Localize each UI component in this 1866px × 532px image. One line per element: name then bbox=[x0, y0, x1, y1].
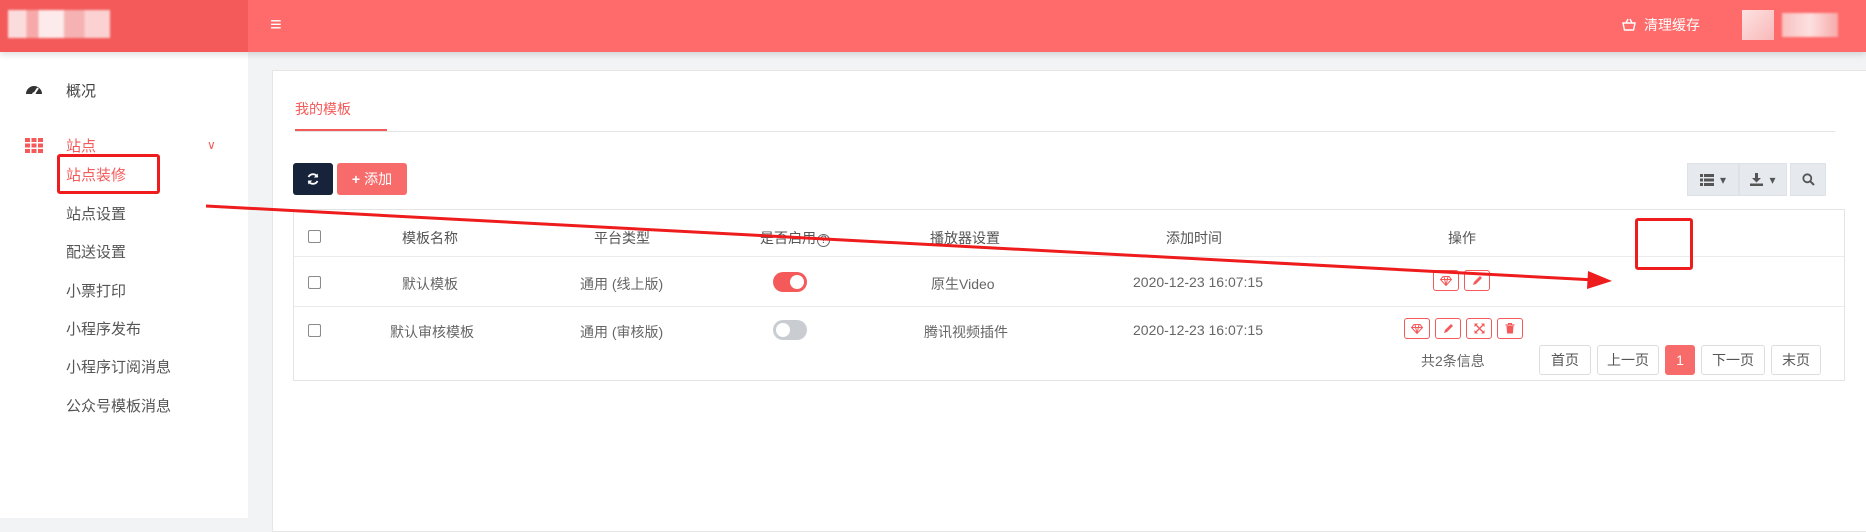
column-header-name[interactable]: 模板名称 bbox=[402, 228, 458, 248]
add-button[interactable]: + 添加 bbox=[337, 163, 407, 195]
add-button-label: 添加 bbox=[364, 171, 393, 187]
prev-page-button[interactable]: 上一页 bbox=[1597, 345, 1659, 375]
download-icon bbox=[1750, 173, 1764, 186]
column-header-time[interactable]: 添加时间 bbox=[1166, 228, 1222, 248]
trash-icon bbox=[1505, 323, 1515, 334]
question-circle-icon[interactable]: ? bbox=[817, 234, 830, 247]
player-setting: 原生Video bbox=[931, 276, 995, 292]
column-header-player[interactable]: 播放器设置 bbox=[930, 228, 1000, 248]
first-page-button[interactable]: 首页 bbox=[1539, 345, 1591, 375]
enabled-toggle[interactable] bbox=[773, 272, 807, 292]
diamond-icon bbox=[1411, 323, 1423, 334]
basket-icon bbox=[1622, 18, 1636, 31]
tab-divider bbox=[295, 131, 1835, 132]
column-header-enabled-label: 是否启用 bbox=[760, 230, 816, 246]
row-checkbox[interactable] bbox=[308, 324, 321, 337]
added-time: 2020-12-23 16:07:15 bbox=[1133, 322, 1263, 338]
sidebar-subitem-receipt-printing[interactable]: 小票打印 bbox=[66, 280, 126, 301]
pagination-info: 共2条信息 bbox=[1421, 353, 1485, 369]
delete-button[interactable] bbox=[1497, 318, 1523, 339]
avatar[interactable] bbox=[1742, 10, 1774, 40]
column-header-actions: 操作 bbox=[1448, 230, 1476, 246]
template-name: 默认审核模板 bbox=[390, 324, 474, 340]
top-header: ≡ 清理缓存 bbox=[0, 0, 1866, 52]
column-header-enabled[interactable]: 是否启用? bbox=[760, 228, 830, 248]
caret-down-icon: ▾ bbox=[1719, 172, 1727, 187]
expand-icon bbox=[1474, 323, 1484, 334]
plus-icon: + bbox=[351, 171, 361, 187]
pencil-icon bbox=[1443, 324, 1453, 333]
sidebar: 概况 站点 ∨ 站点装修 站点设置 配送设置 小票打印 小程序发布 小程序订阅消… bbox=[0, 52, 248, 518]
table-tools: ▾ ▾ bbox=[1687, 163, 1826, 196]
diamond-icon bbox=[1440, 275, 1452, 286]
template-name: 默认模板 bbox=[402, 276, 458, 292]
current-page-button[interactable]: 1 bbox=[1665, 345, 1695, 375]
export-button[interactable]: ▾ bbox=[1739, 163, 1787, 196]
clear-cache-button[interactable]: 清理缓存 bbox=[1622, 12, 1700, 38]
logo[interactable] bbox=[0, 0, 248, 52]
toggle-knob bbox=[776, 323, 790, 337]
dashboard-icon bbox=[26, 86, 42, 96]
sidebar-subitem-miniprogram-publish[interactable]: 小程序发布 bbox=[66, 318, 141, 339]
columns-view-button[interactable]: ▾ bbox=[1687, 163, 1739, 196]
logo-image bbox=[8, 10, 110, 38]
select-all-checkbox[interactable] bbox=[308, 230, 321, 243]
clear-cache-label: 清理缓存 bbox=[1644, 17, 1700, 33]
row-checkbox[interactable] bbox=[308, 276, 321, 289]
pencil-icon bbox=[1472, 276, 1482, 285]
annotation-highlight-box bbox=[1635, 218, 1693, 270]
refresh-button[interactable] bbox=[293, 163, 333, 195]
tab-my-templates[interactable]: 我的模板 bbox=[295, 99, 351, 119]
player-setting: 腾讯视频插件 bbox=[924, 324, 1008, 340]
last-page-button[interactable]: 末页 bbox=[1771, 345, 1821, 375]
sidebar-subitem-template-messages[interactable]: 公众号模板消息 bbox=[66, 395, 171, 416]
refresh-icon bbox=[307, 173, 319, 185]
username[interactable] bbox=[1782, 13, 1838, 37]
next-page-button[interactable]: 下一页 bbox=[1701, 345, 1765, 375]
annotation-highlight-box bbox=[57, 154, 160, 194]
added-time: 2020-12-23 16:07:15 bbox=[1133, 274, 1263, 290]
caret-down-icon: ▾ bbox=[1769, 172, 1776, 187]
platform-type: 通用 (审核版) bbox=[580, 324, 664, 340]
edit-button[interactable] bbox=[1464, 270, 1490, 291]
search-icon bbox=[1801, 173, 1815, 186]
edit-button[interactable] bbox=[1435, 318, 1461, 339]
sidebar-item-label: 概况 bbox=[66, 82, 97, 100]
sidebar-subitem-site-settings[interactable]: 站点设置 bbox=[66, 203, 126, 224]
chevron-down-icon: ∨ bbox=[207, 138, 216, 152]
decorate-button[interactable] bbox=[1404, 318, 1430, 339]
search-button[interactable] bbox=[1790, 163, 1826, 196]
toggle-knob bbox=[790, 275, 804, 289]
main-panel: 我的模板 + 添加 ▾ ▾ 模板名称 平台类型 是否启用? 播放器设置 添加时间… bbox=[272, 70, 1866, 532]
grid-icon bbox=[25, 138, 43, 153]
sidebar-subitem-delivery-settings[interactable]: 配送设置 bbox=[66, 241, 126, 262]
sidebar-item-label: 站点 bbox=[66, 137, 97, 155]
sidebar-subitem-subscription-messages[interactable]: 小程序订阅消息 bbox=[66, 356, 171, 377]
sidebar-item-overview[interactable]: 概况 bbox=[0, 70, 248, 110]
list-icon bbox=[1699, 173, 1714, 186]
decorate-button[interactable] bbox=[1433, 270, 1459, 291]
row-divider bbox=[294, 306, 1844, 307]
row-divider bbox=[294, 256, 1844, 257]
hamburger-icon[interactable]: ≡ bbox=[270, 14, 292, 36]
platform-type: 通用 (线上版) bbox=[580, 276, 664, 292]
enabled-toggle[interactable] bbox=[773, 320, 807, 340]
expand-button[interactable] bbox=[1466, 318, 1492, 339]
column-header-platform[interactable]: 平台类型 bbox=[594, 228, 650, 248]
